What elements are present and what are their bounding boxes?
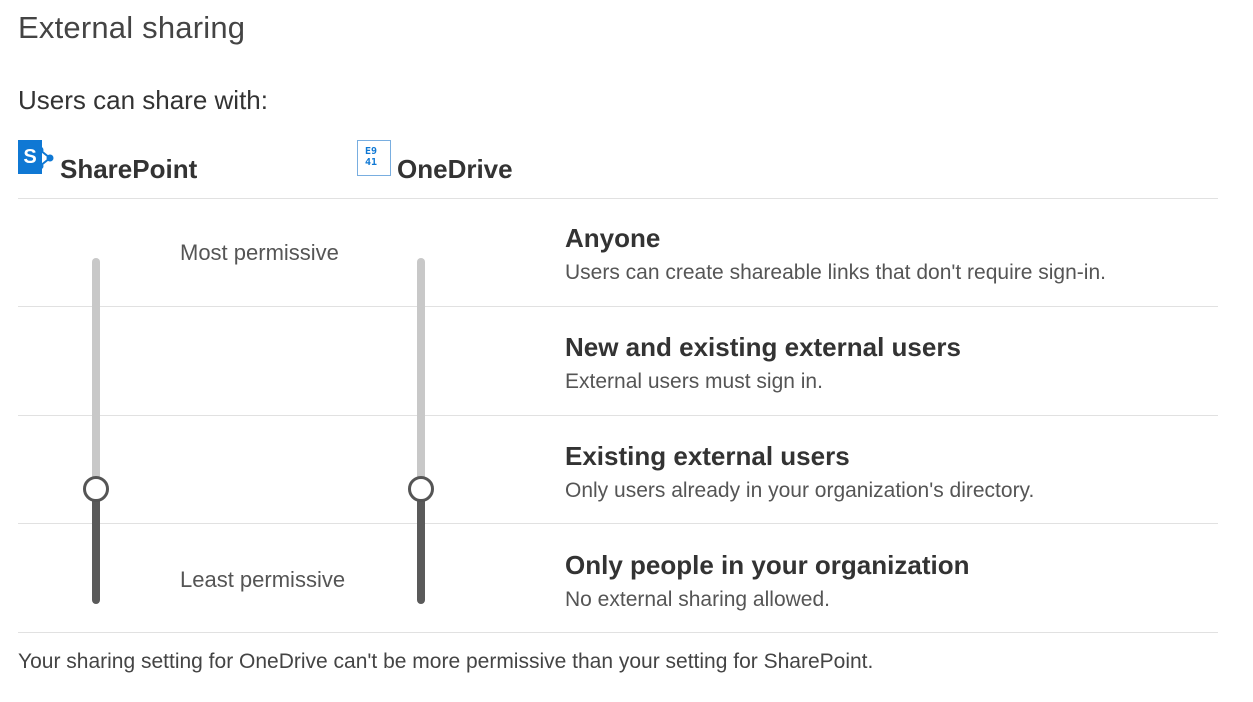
- share-with-label: Users can share with:: [18, 85, 268, 115]
- onedrive-header: E9 41 OneDrive: [357, 140, 513, 182]
- onedrive-icon: E9 41: [357, 140, 391, 176]
- option-new-existing-title: New and existing external users: [565, 332, 961, 362]
- onedrive-sharing-slider[interactable]: [405, 258, 437, 608]
- option-new-existing-desc: External users must sign in.: [565, 370, 823, 393]
- sharing-footnote: Your sharing setting for OneDrive can't …: [18, 650, 874, 673]
- slider-track-upper: [92, 258, 100, 490]
- onedrive-label: OneDrive: [397, 154, 513, 184]
- least-permissive-label: Least permissive: [180, 567, 346, 592]
- divider: [18, 523, 1218, 524]
- slider-track-lower: [417, 490, 425, 604]
- slider-track-lower: [92, 490, 100, 604]
- option-existing-title: Existing external users: [565, 441, 850, 471]
- divider-bottom: [18, 632, 1218, 633]
- divider: [18, 306, 1218, 307]
- divider-top: [18, 198, 1218, 199]
- option-anyone-desc: Users can create shareable links that do…: [565, 261, 1106, 284]
- sharepoint-label: SharePoint: [60, 154, 198, 184]
- option-org-only-desc: No external sharing allowed.: [565, 588, 830, 611]
- page-title: External sharing: [18, 10, 246, 45]
- divider: [18, 415, 1218, 416]
- onedrive-slider-thumb[interactable]: [408, 476, 434, 502]
- sharepoint-icon: S: [18, 140, 54, 176]
- slider-track-upper: [417, 258, 425, 490]
- most-permissive-label: Most permissive: [180, 240, 339, 265]
- sharepoint-header: S SharePoint: [18, 140, 197, 182]
- option-existing-desc: Only users already in your organization'…: [565, 479, 1035, 502]
- sharepoint-slider-thumb[interactable]: [83, 476, 109, 502]
- sharepoint-sharing-slider[interactable]: [80, 258, 112, 608]
- option-org-only-title: Only people in your organization: [565, 550, 970, 580]
- option-anyone-title: Anyone: [565, 223, 661, 253]
